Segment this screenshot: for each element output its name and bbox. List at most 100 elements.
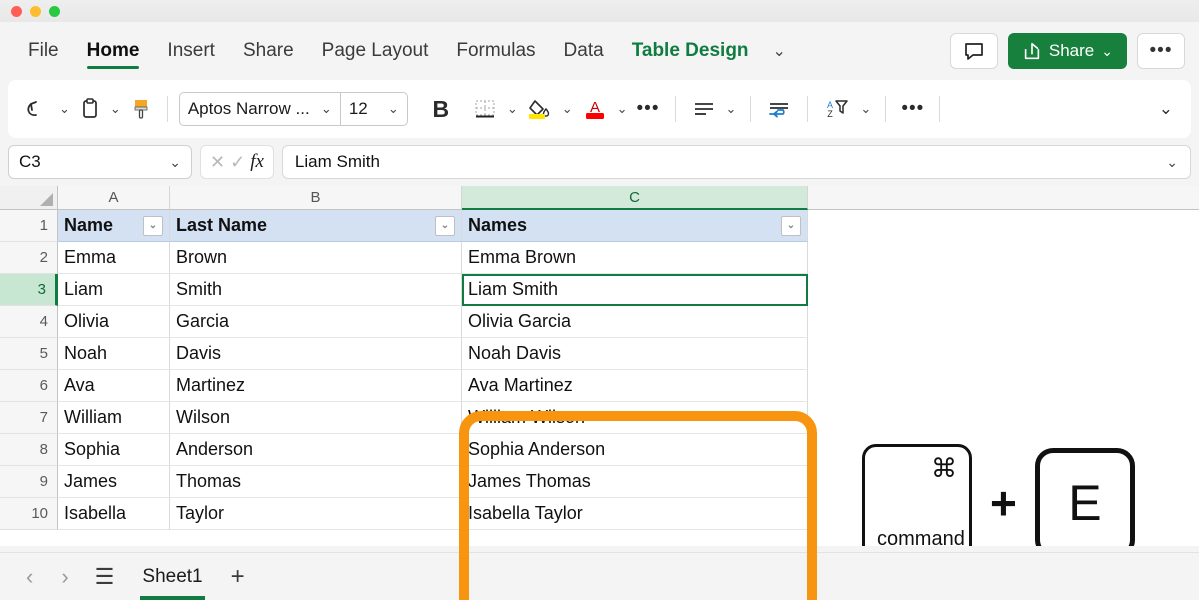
- tab-data[interactable]: Data: [550, 31, 618, 71]
- undo-chevron-down-icon[interactable]: ⌄: [56, 101, 73, 117]
- tab-home[interactable]: Home: [73, 31, 154, 71]
- tab-formulas[interactable]: Formulas: [442, 31, 549, 71]
- select-all-button[interactable]: [0, 186, 58, 210]
- share-chevron-down-icon: ⌄: [1101, 43, 1113, 60]
- row-header-10[interactable]: 10: [0, 498, 58, 530]
- fill-color-chevron-down-icon[interactable]: ⌄: [559, 101, 576, 117]
- row-header-8[interactable]: 8: [0, 434, 58, 466]
- cell-b8[interactable]: Anderson: [170, 434, 462, 466]
- column-header-a[interactable]: A: [58, 186, 170, 210]
- maximize-window-button[interactable]: [49, 6, 60, 17]
- cell-a8[interactable]: Sophia: [58, 434, 170, 466]
- insert-function-icon[interactable]: fx: [250, 151, 264, 173]
- next-sheet-button[interactable]: ›: [49, 564, 80, 590]
- cell-b9[interactable]: Thomas: [170, 466, 462, 498]
- cell-b10[interactable]: Taylor: [170, 498, 462, 530]
- ribbon-overflow-chevron-icon[interactable]: ⌄: [763, 41, 796, 61]
- cell-b3[interactable]: Smith: [170, 274, 462, 306]
- align-button[interactable]: [687, 91, 721, 127]
- cancel-icon[interactable]: ✕: [210, 152, 225, 173]
- borders-chevron-down-icon[interactable]: ⌄: [504, 101, 521, 117]
- cell-a3[interactable]: Liam: [58, 274, 170, 306]
- share-button[interactable]: Share ⌄: [1008, 33, 1127, 69]
- name-box[interactable]: C3 ⌄: [8, 145, 192, 179]
- sheet-tab-sheet1[interactable]: Sheet1: [128, 554, 216, 600]
- formula-input[interactable]: Liam Smith ⌄: [282, 145, 1191, 179]
- tab-share[interactable]: Share: [229, 31, 308, 71]
- cell-b6[interactable]: Martinez: [170, 370, 462, 402]
- cell-c2[interactable]: Emma Brown: [462, 242, 808, 274]
- collapse-ribbon-button[interactable]: ⌄: [1159, 99, 1179, 119]
- cell-a5[interactable]: Noah: [58, 338, 170, 370]
- filter-button-a[interactable]: ⌄: [143, 216, 163, 236]
- row-header-6[interactable]: 6: [0, 370, 58, 402]
- column-header-c[interactable]: C: [462, 186, 808, 210]
- sort-filter-button[interactable]: A Z: [819, 91, 855, 127]
- tab-page-layout[interactable]: Page Layout: [308, 31, 443, 71]
- column-header-b[interactable]: B: [170, 186, 462, 210]
- cell-c8[interactable]: Sophia Anderson: [462, 434, 808, 466]
- toolbar-more-button[interactable]: •••: [897, 91, 928, 127]
- cell-b2[interactable]: Brown: [170, 242, 462, 274]
- cell-b5[interactable]: Davis: [170, 338, 462, 370]
- font-size-select[interactable]: 12 ⌄: [341, 99, 407, 119]
- cell-a2[interactable]: Emma: [58, 242, 170, 274]
- font-color-icon: A: [582, 97, 608, 121]
- cell-b4[interactable]: Garcia: [170, 306, 462, 338]
- formula-action-group: ✕ ✓ fx: [200, 145, 274, 179]
- row-header-2[interactable]: 2: [0, 242, 58, 274]
- cell-c4[interactable]: Olivia Garcia: [462, 306, 808, 338]
- tab-file[interactable]: File: [14, 31, 73, 71]
- paste-chevron-down-icon[interactable]: ⌄: [107, 101, 124, 117]
- bold-button[interactable]: B: [426, 91, 456, 127]
- more-options-button[interactable]: •••: [1137, 33, 1185, 69]
- ribbon-tab-bar: File Home Insert Share Page Layout Formu…: [0, 22, 1199, 80]
- cell-b7[interactable]: Wilson: [170, 402, 462, 434]
- tab-table-design[interactable]: Table Design: [618, 31, 763, 71]
- sheet-list-icon[interactable]: ☰: [85, 564, 125, 590]
- cell-c6[interactable]: Ava Martinez: [462, 370, 808, 402]
- font-color-button[interactable]: A: [578, 91, 612, 127]
- tab-insert[interactable]: Insert: [153, 31, 229, 71]
- row-header-3[interactable]: 3: [0, 274, 58, 306]
- cell-a6[interactable]: Ava: [58, 370, 170, 402]
- filter-button-b[interactable]: ⌄: [435, 216, 455, 236]
- cell-c7[interactable]: William Wilson: [462, 402, 808, 434]
- font-name-select[interactable]: Aptos Narrow ... ⌄: [180, 99, 340, 119]
- cell-c9[interactable]: James Thomas: [462, 466, 808, 498]
- cell-a1[interactable]: Name ⌄: [58, 210, 170, 242]
- cell-a10[interactable]: Isabella: [58, 498, 170, 530]
- row-header-7[interactable]: 7: [0, 402, 58, 434]
- filter-button-c[interactable]: ⌄: [781, 216, 801, 236]
- confirm-icon[interactable]: ✓: [230, 152, 245, 173]
- undo-button[interactable]: [20, 91, 54, 127]
- cell-c5[interactable]: Noah Davis: [462, 338, 808, 370]
- align-chevron-down-icon[interactable]: ⌄: [723, 101, 740, 117]
- font-color-chevron-down-icon[interactable]: ⌄: [614, 101, 631, 117]
- wrap-text-button[interactable]: [762, 91, 796, 127]
- cell-a9[interactable]: James: [58, 466, 170, 498]
- format-painter-button[interactable]: [126, 91, 156, 127]
- minimize-window-button[interactable]: [30, 6, 41, 17]
- cell-c3-active[interactable]: Liam Smith: [462, 274, 808, 306]
- row-header-9[interactable]: 9: [0, 466, 58, 498]
- previous-sheet-button[interactable]: ‹: [14, 564, 45, 590]
- comment-button[interactable]: [950, 33, 998, 69]
- paste-button[interactable]: [75, 91, 105, 127]
- cell-c10[interactable]: Isabella Taylor: [462, 498, 808, 530]
- cell-b1[interactable]: Last Name ⌄: [170, 210, 462, 242]
- row-header-4[interactable]: 4: [0, 306, 58, 338]
- sort-filter-chevron-down-icon[interactable]: ⌄: [857, 101, 874, 117]
- close-window-button[interactable]: [11, 6, 22, 17]
- cell-a7[interactable]: William: [58, 402, 170, 434]
- borders-button[interactable]: [468, 91, 502, 127]
- more-font-options-button[interactable]: •••: [633, 91, 664, 127]
- fill-color-button[interactable]: [523, 91, 557, 127]
- sort-filter-icon: A Z: [823, 97, 851, 121]
- add-sheet-button[interactable]: +: [221, 563, 255, 591]
- row-header-1[interactable]: 1: [0, 210, 58, 242]
- row-header-5[interactable]: 5: [0, 338, 58, 370]
- cell-c1[interactable]: Names ⌄: [462, 210, 808, 242]
- key-command: ⌘ command: [862, 444, 972, 562]
- cell-a4[interactable]: Olivia: [58, 306, 170, 338]
